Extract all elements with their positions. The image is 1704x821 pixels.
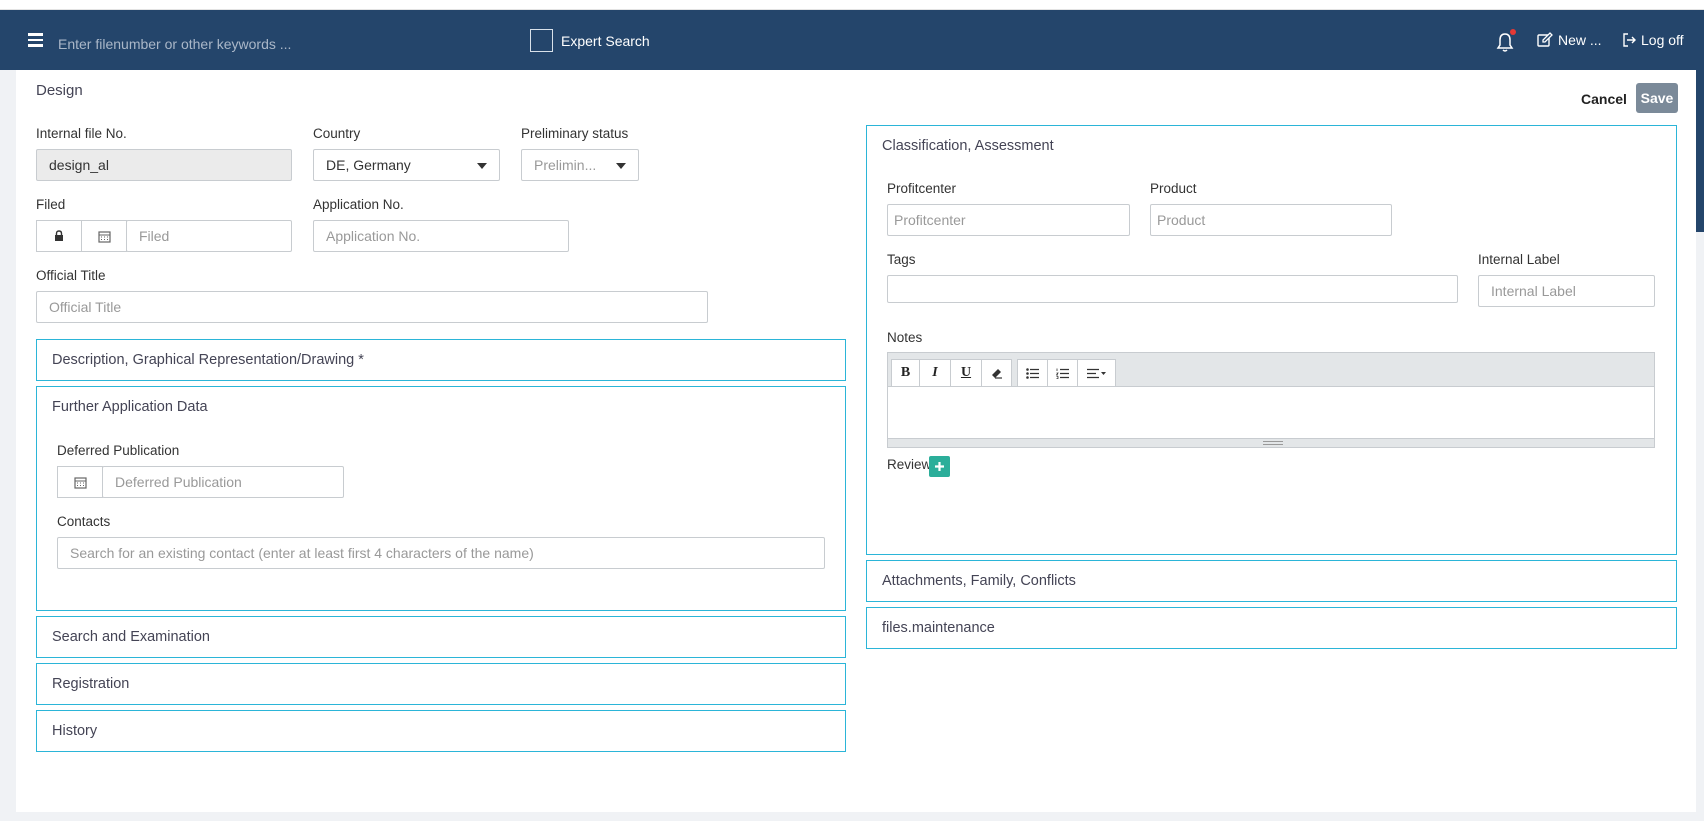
save-button[interactable]: Save	[1636, 83, 1678, 113]
attachments-panel-title: Attachments, Family, Conflicts	[882, 573, 1076, 589]
review-label: Review	[887, 457, 932, 472]
tags-label: Tags	[887, 252, 916, 267]
description-panel[interactable]: Description, Graphical Representation/Dr…	[36, 339, 846, 381]
filed-calendar-button[interactable]	[81, 220, 127, 252]
profitcenter-input[interactable]	[887, 204, 1130, 236]
top-strip	[0, 0, 1704, 10]
underline-button[interactable]: U	[950, 359, 982, 387]
logoff-label: Log off	[1641, 32, 1684, 48]
expert-search-checkbox[interactable]	[530, 29, 553, 52]
filed-label: Filed	[36, 197, 66, 212]
country-label: Country	[313, 126, 361, 141]
internal-file-no-field[interactable]: design_al	[36, 149, 292, 181]
plus-icon	[935, 462, 944, 471]
notes-label: Notes	[887, 330, 923, 345]
tags-input[interactable]	[887, 275, 1458, 303]
align-dropdown-button[interactable]	[1077, 359, 1116, 387]
profitcenter-label: Profitcenter	[887, 181, 957, 196]
classification-panel: Classification, Assessment Profitcenter …	[866, 125, 1677, 555]
filed-input[interactable]	[126, 220, 292, 252]
cancel-button[interactable]: Cancel	[1581, 91, 1627, 107]
editor-resize-bar[interactable]	[888, 438, 1654, 447]
further-application-panel: Further Application Data Deferred Public…	[36, 386, 846, 611]
application-no-label: Application No.	[313, 197, 404, 212]
add-review-button[interactable]	[929, 456, 950, 477]
history-panel-title: History	[52, 723, 98, 739]
eraser-button[interactable]	[981, 359, 1012, 387]
classification-panel-title[interactable]: Classification, Assessment	[882, 138, 1054, 154]
align-left-icon	[1086, 368, 1106, 378]
ordered-list-button[interactable]	[1047, 359, 1078, 387]
history-panel[interactable]: History	[36, 710, 846, 752]
maintenance-panel[interactable]: files.maintenance	[866, 607, 1677, 649]
notes-toolbar: B I U	[887, 352, 1655, 387]
new-label: New ...	[1558, 32, 1602, 48]
deferred-publication-label: Deferred Publication	[57, 443, 180, 458]
list-ol-icon	[1056, 368, 1069, 379]
sign-out-icon	[1623, 33, 1636, 47]
logoff-button[interactable]: Log off	[1622, 32, 1684, 48]
calendar-icon	[73, 476, 87, 489]
search-examination-panel-title: Search and Examination	[52, 629, 210, 645]
unordered-list-button[interactable]	[1017, 359, 1048, 387]
navbar: Expert Search New ... Log off	[0, 10, 1704, 70]
country-value: DE, Germany	[326, 157, 411, 173]
bold-button[interactable]: B	[891, 359, 920, 387]
design-form-card: Design Cancel Save Internal file No. des…	[16, 70, 1696, 812]
lock-icon	[55, 230, 63, 241]
notes-editor[interactable]	[887, 386, 1655, 448]
eraser-icon	[991, 369, 1002, 379]
deferred-publication-input[interactable]	[102, 466, 344, 498]
edit-icon	[1537, 32, 1553, 47]
internal-file-no-label: Internal file No.	[36, 126, 127, 141]
internal-label-input[interactable]	[1478, 275, 1655, 307]
registration-panel-title: Registration	[52, 676, 130, 692]
new-button[interactable]: New ...	[1537, 32, 1602, 48]
global-search-input[interactable]	[58, 32, 478, 56]
caret-down-icon	[616, 163, 626, 169]
resize-grip-icon[interactable]	[1263, 441, 1283, 445]
calendar-icon	[97, 230, 111, 243]
maintenance-panel-title: files.maintenance	[882, 620, 995, 636]
product-input[interactable]	[1150, 204, 1392, 236]
bell-icon[interactable]	[1496, 29, 1516, 54]
official-title-label: Official Title	[36, 268, 106, 283]
lock-button[interactable]	[36, 220, 82, 252]
preliminary-status-label: Preliminary status	[521, 126, 629, 141]
description-panel-title: Description, Graphical Representation/Dr…	[52, 352, 364, 368]
contacts-search-input[interactable]	[57, 537, 825, 569]
internal-label-label: Internal Label	[1478, 252, 1560, 267]
backdrop-edge	[1696, 70, 1704, 232]
menu-icon[interactable]	[26, 30, 44, 50]
contacts-label: Contacts	[57, 514, 111, 529]
italic-button[interactable]: I	[919, 359, 951, 387]
expert-search-label: Expert Search	[561, 32, 650, 49]
registration-panel[interactable]: Registration	[36, 663, 846, 705]
further-application-panel-title[interactable]: Further Application Data	[52, 399, 208, 415]
deferred-calendar-button[interactable]	[57, 466, 103, 498]
product-label: Product	[1150, 181, 1197, 196]
page-title: Design	[36, 82, 83, 99]
expert-search-toggle[interactable]: Expert Search	[530, 29, 650, 52]
search-examination-panel[interactable]: Search and Examination	[36, 616, 846, 658]
preliminary-status-value: Prelimin...	[534, 157, 597, 173]
caret-down-icon	[477, 163, 487, 169]
attachments-panel[interactable]: Attachments, Family, Conflicts	[866, 560, 1677, 602]
application-no-input[interactable]	[313, 220, 569, 252]
preliminary-status-select[interactable]: Prelimin...	[521, 149, 639, 181]
list-ul-icon	[1026, 367, 1039, 379]
notification-dot	[1510, 29, 1516, 35]
official-title-input[interactable]	[36, 291, 708, 323]
country-select[interactable]: DE, Germany	[313, 149, 500, 181]
